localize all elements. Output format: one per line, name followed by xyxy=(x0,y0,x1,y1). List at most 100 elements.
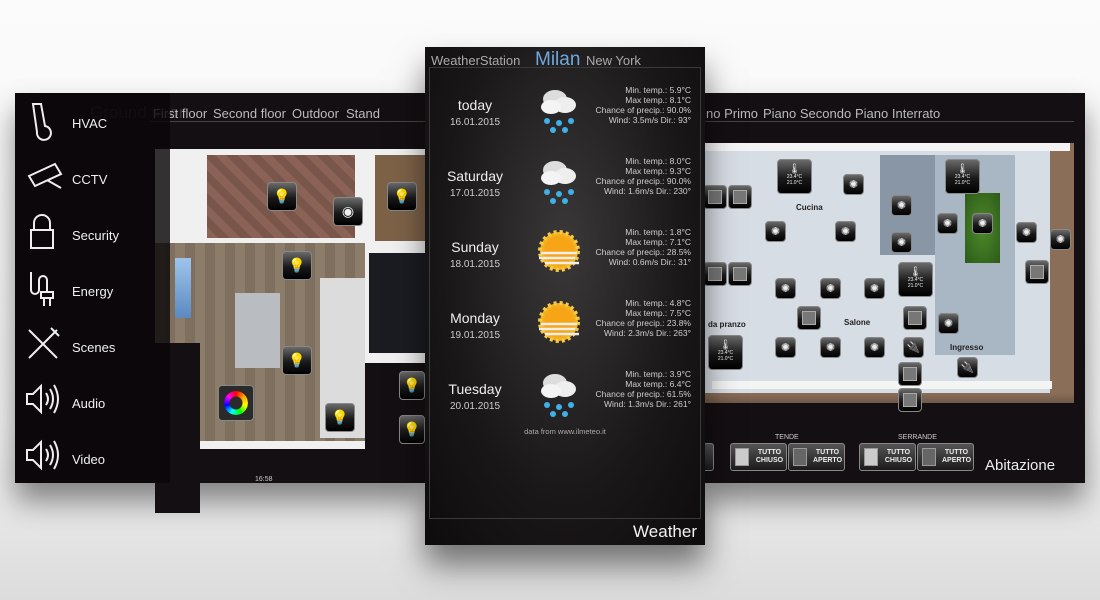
shutter-icon[interactable] xyxy=(703,262,727,286)
thermostat-icon[interactable]: 🌡 23.4°C 21.0°C xyxy=(945,159,980,194)
shutter-icon[interactable] xyxy=(1025,260,1049,284)
day-date: 20.01.2015 xyxy=(449,401,501,412)
tende-open-all-button[interactable]: TUTTO APERTO xyxy=(788,443,845,471)
shutter-closed-icon xyxy=(735,448,749,466)
sidebar-item-label: CCTV xyxy=(72,172,108,187)
data-source: data from www.ilmeteo.it xyxy=(524,427,606,436)
shutter-icon[interactable] xyxy=(703,185,727,209)
light-icon[interactable]: ✺ xyxy=(864,337,885,358)
day-name: Monday xyxy=(450,310,500,326)
shutter-icon[interactable] xyxy=(728,262,752,286)
precip-chance: Chance of precip.: 28.5% xyxy=(595,247,691,257)
thermostat-icon[interactable]: 🌡 23.4°C 21.0°C xyxy=(898,262,933,297)
light-bulb-icon[interactable]: 💡 xyxy=(282,346,312,375)
day-date: 17.01.2015 xyxy=(449,188,501,199)
tab-underline xyxy=(700,121,1074,122)
light-icon[interactable]: ✺ xyxy=(937,213,958,234)
shutter-open-icon xyxy=(922,448,936,466)
light-icon[interactable]: ✺ xyxy=(1016,222,1037,243)
sidebar-item-label: Scenes xyxy=(72,340,116,355)
button-label: TUTTO CHIUSO xyxy=(884,449,913,464)
button-label: TUTTO CHIUSO xyxy=(755,449,784,464)
button-label: TUTTO APERTO xyxy=(812,449,843,464)
camera-icon[interactable]: ◉ xyxy=(333,197,363,226)
light-icon[interactable]: ✺ xyxy=(1050,229,1071,250)
forecast-details: Min. temp.: 3.9°C Max temp.: 6.4°C Chance … xyxy=(596,369,691,409)
light-bulb-icon[interactable]: 💡 xyxy=(267,182,297,211)
light-icon[interactable]: ✺ xyxy=(972,213,993,234)
group-label-serrande: SERRANDE xyxy=(898,434,937,441)
light-icon[interactable]: ✺ xyxy=(843,174,864,195)
light-icon[interactable]: ✺ xyxy=(765,221,786,242)
thermostat-icon[interactable]: 🌡 23.4°C 21.0°C xyxy=(708,335,743,370)
tab-piano-secondo[interactable]: Piano Secondo xyxy=(763,106,851,121)
precip-chance: Chance of precip.: 90.0% xyxy=(595,105,691,115)
tab-underline xyxy=(150,121,425,122)
precip-chance: Chance of precip.: 23.8% xyxy=(595,318,691,328)
max-temp: Max temp.: 7.5°C xyxy=(625,308,691,318)
shutter-icon[interactable] xyxy=(903,306,927,330)
group-label-tende: TENDE xyxy=(775,434,799,441)
max-temp: Max temp.: 7.1°C xyxy=(625,237,691,247)
room-label-da-pranzo: da pranzo xyxy=(708,320,746,329)
forecast-row: Tuesday 20.01.2015 Min. temp.: 3.9°C Max te… xyxy=(425,369,705,451)
shutter-icon[interactable] xyxy=(898,388,922,412)
tab-piano-interrato[interactable]: Piano Interrato xyxy=(855,106,940,121)
tab-second-floor[interactable]: Second floor xyxy=(213,106,286,121)
light-icon[interactable]: ✺ xyxy=(775,337,796,358)
serrande-close-all-button[interactable]: TUTTO CHIUSO xyxy=(859,443,916,471)
wind: Wind: 0.6m/s Dir.: 31° xyxy=(608,257,691,267)
light-icon[interactable]: ✺ xyxy=(820,337,841,358)
serrande-open-all-button[interactable]: TUTTO APERTO xyxy=(917,443,974,471)
day-date: 18.01.2015 xyxy=(449,259,501,270)
room-label-salone: Salone xyxy=(844,318,871,327)
light-icon[interactable]: ✺ xyxy=(891,195,912,216)
wind: Wind: 2.3m/s Dir.: 263° xyxy=(603,328,691,338)
sidebar-item-video[interactable]: Video xyxy=(15,439,170,516)
panel-title: Abitazione xyxy=(985,457,1056,474)
light-icon[interactable]: ✺ xyxy=(820,278,841,299)
wind: Wind: 3.5m/s Dir.: 93° xyxy=(608,115,691,125)
plug-icon[interactable]: 🔌 xyxy=(903,337,924,358)
day-date: 19.01.2015 xyxy=(449,330,501,341)
shutter-open-icon xyxy=(793,448,807,466)
min-temp: Min. temp.: 3.9°C xyxy=(625,369,691,379)
precip-chance: Chance of precip.: 90.0% xyxy=(595,176,691,186)
light-icon[interactable]: ✺ xyxy=(835,221,856,242)
shutter-icon[interactable] xyxy=(728,185,752,209)
room-label-ingresso: Ingresso xyxy=(950,343,984,352)
light-icon[interactable]: ✺ xyxy=(864,278,885,299)
precip-chance: Chance of precip.: 61.5% xyxy=(595,389,691,399)
light-icon[interactable]: ✺ xyxy=(891,232,912,253)
sidebar-item-label: HVAC xyxy=(72,116,108,131)
light-bulb-on-icon[interactable]: 💡 xyxy=(399,371,425,400)
camera-icon xyxy=(27,162,63,189)
plug-icon[interactable]: 🔌 xyxy=(957,357,978,378)
light-bulb-icon[interactable]: 💡 xyxy=(387,182,417,211)
light-icon[interactable]: ✺ xyxy=(775,278,796,299)
light-bulb-icon[interactable]: 💡 xyxy=(282,251,312,280)
min-temp: Min. temp.: 8.0°C xyxy=(625,156,691,166)
sidebar: HVAC CCTV Security Energy Scenes Audio V… xyxy=(15,93,170,483)
panel-title: Weather xyxy=(633,522,697,541)
setpoint: 21.0°C xyxy=(907,283,924,289)
tende-close-all-button[interactable]: TUTTO CHIUSO xyxy=(730,443,787,471)
tab-piano-primo[interactable]: no Primo xyxy=(706,106,758,121)
tab-weatherstation[interactable]: WeatherStation xyxy=(431,53,520,68)
thermostat-icon[interactable]: 🌡 23.4°C 21.0°C xyxy=(777,159,812,194)
light-bulb-icon[interactable]: 💡 xyxy=(325,403,355,432)
tab-stand[interactable]: Stand xyxy=(346,106,380,121)
home-control-abitazione-panel: no Primo Piano Secondo Piano Interrato C… xyxy=(698,93,1085,483)
tab-outdoor[interactable]: Outdoor xyxy=(292,106,339,121)
speaker-icon xyxy=(26,439,59,471)
color-wheel-icon[interactable] xyxy=(218,385,254,421)
shutter-icon[interactable] xyxy=(898,362,922,386)
tab-new-york[interactable]: New York xyxy=(586,53,641,68)
forecast-details: Min. temp.: 4.8°C Max temp.: 7.5°C Chance … xyxy=(596,298,691,338)
shutter-icon[interactable] xyxy=(797,306,821,330)
sidebar-item-label: Video xyxy=(72,452,106,467)
min-temp: Min. temp.: 1.8°C xyxy=(625,227,691,237)
light-bulb-icon[interactable]: 💡 xyxy=(399,415,425,444)
light-icon[interactable]: ✺ xyxy=(938,313,959,334)
forecast-details: Min. temp.: 1.8°C Max temp.: 7.1°C Chance … xyxy=(596,227,691,267)
